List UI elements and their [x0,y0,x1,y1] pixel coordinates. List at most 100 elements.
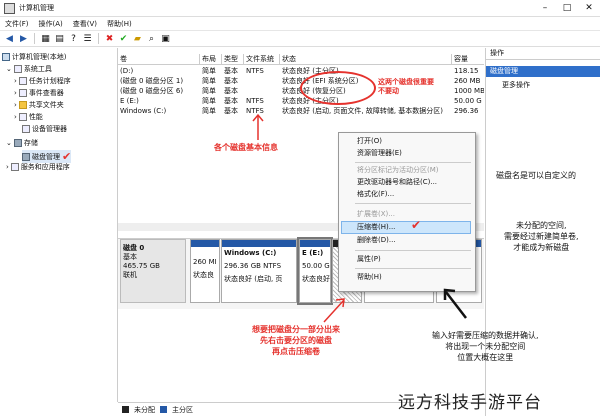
tree-item-shared-folders[interactable]: › 共享文件夹 [14,100,64,110]
console-tree: 计算机管理(本地) ⌄ 系统工具 › 任务计划程序 › 事件查看器 › 共享文件… [0,48,118,402]
partition-efi[interactable]: 260 MI 状态良 [190,239,220,303]
back-icon[interactable]: ◀ [4,33,15,44]
title-bar: 计算机管理 – □ ✕ [0,0,600,17]
tree-item-event-viewer[interactable]: › 事件查看器 [14,88,64,98]
tree-label: 事件查看器 [28,89,64,97]
chevron-down-icon: ⌄ [6,139,12,147]
actions-section-disk-management[interactable]: 磁盘管理 [486,66,600,77]
menu-file[interactable]: 文件(F) [5,19,29,29]
tree-label: 系统工具 [23,65,52,73]
close-icon[interactable]: ✕ [578,3,600,13]
column-header-layout[interactable]: 布局 [200,54,222,64]
context-menu-separator [355,250,471,251]
annotation-line: 这两个磁盘很重要 [378,78,434,86]
tree-label: 服务和应用程序 [20,163,70,171]
ctx-format[interactable]: 格式化(F)... [357,189,394,200]
cell-layout: 简单 [202,77,216,85]
ctx-extend-volume: 扩展卷(X)... [357,210,395,218]
check-icon[interactable]: ✔ [118,33,129,44]
partition-bar [191,240,219,247]
ctx-delete-volume[interactable]: 删除卷(D)... [357,235,396,246]
ctx-help[interactable]: 帮助(H) [357,272,382,283]
table-row[interactable]: Windows (C:) 简单 基本 NTFS 状态良好 (启动, 页面文件, … [118,106,484,116]
ctx-change-drive-letter[interactable]: 更改驱动器号和路径(C)... [357,177,437,188]
annotation-line: 想要把磁盘分一部分出来 [252,325,340,334]
menu-action[interactable]: 操作(A) [39,19,63,29]
toolbar: ◀ ▶ ▦ ▤ ? ☰ ✖ ✔ ▰ ⌕ ▣ [0,31,600,47]
column-header-status[interactable]: 状态 [280,54,452,64]
cell-layout: 简单 [202,107,216,115]
chevron-right-icon: › [14,89,17,97]
cell-type: 基本 [224,87,238,95]
grid-icon[interactable]: ▤ [54,33,65,44]
maximize-icon[interactable]: □ [556,3,578,13]
cell-volume: E (E:) [120,97,139,105]
open-folder-icon[interactable]: ▰ [132,33,143,44]
actions-header: 操作 [486,48,600,60]
tree-system-tools[interactable]: ⌄ 系统工具 [6,64,52,74]
console-tree-icon[interactable]: ▦ [40,33,51,44]
tree-item-performance[interactable]: › 性能 [14,112,43,122]
partition-size: 296.36 GB NTFS [224,262,282,270]
column-header-type[interactable]: 类型 [222,54,244,64]
disk-0-label[interactable]: 磁盘 0 基本 465.75 GB 联机 [120,239,186,303]
menu-help[interactable]: 帮助(H) [107,19,132,29]
annotation-line: 不要动 [378,87,399,95]
disk-name: 磁盘 0 [123,244,145,252]
tree-label: 共享文件夹 [28,101,64,109]
toolbar-separator [98,33,99,44]
partition-c[interactable]: Windows (C:) 296.36 GB NTFS 状态良好 (启动, 页 [221,239,297,303]
chevron-right-icon: › [6,163,9,171]
help-icon[interactable]: ? [68,33,79,44]
tree-label: 设备管理器 [32,125,67,133]
annotation-line: 位置大概在这里 [457,353,514,362]
ctx-properties[interactable]: 属性(P) [357,254,381,265]
ctx-open[interactable]: 打开(O) [357,136,382,147]
cell-volume: (D:) [120,67,134,75]
annotation-line: 需要经过新建简单卷, [504,232,579,241]
tree-label: 存储 [23,139,38,147]
tree-item-task-scheduler[interactable]: › 任务计划程序 [14,76,71,86]
list-icon[interactable]: ☰ [82,33,93,44]
column-header-filesystem[interactable]: 文件系统 [244,54,280,64]
partition-e[interactable]: E (E:) 50.00 G 状态良好 [297,237,333,305]
ctx-explorer[interactable]: 资源管理器(E) [357,148,402,159]
cell-status: 状态良好 (启动, 页面文件, 故障转储, 基本数据分区) [282,107,444,115]
tree-item-device-manager[interactable]: 设备管理器 [22,124,67,134]
cell-type: 基本 [224,67,238,75]
minimize-icon[interactable]: – [534,3,556,13]
tree-root[interactable]: 计算机管理(本地) [2,52,66,62]
menu-view[interactable]: 查看(V) [73,19,97,29]
cell-layout: 简单 [202,67,216,75]
services-icon [10,163,19,171]
tree-storage[interactable]: ⌄ 存储 [6,138,38,148]
table-row[interactable]: E (E:) 简单 基本 NTFS 状态良好 (主分区) 50.00 G [118,96,484,106]
more-actions-link[interactable]: 更多操作 [486,80,600,91]
arrow-icon [252,113,264,140]
context-menu-separator [355,162,471,163]
chevron-right-icon: › [14,113,17,121]
disk-icon [22,152,30,161]
table-row[interactable]: (D:) 简单 基本 NTFS 状态良好 (主分区) 118.15 [118,66,484,76]
partition-name: E (E:) [302,249,324,257]
forward-icon[interactable]: ▶ [18,33,29,44]
context-menu: 打开(O) 资源管理器(E) 将分区标记为活动分区(M) 更改驱动器号和路径(C… [338,132,476,292]
tree-services[interactable]: › 服务和应用程序 [6,162,70,172]
properties-icon[interactable]: ▣ [160,33,171,44]
search-icon[interactable]: ⌕ [146,33,157,44]
column-header-capacity[interactable]: 容量 [452,54,484,64]
cell-filesystem: NTFS [246,67,264,75]
annotation-line: 未分配的空间, [516,221,567,230]
window-controls: – □ ✕ [534,3,600,13]
annotation-disk-info: 各个磁盘基本信息 [214,143,278,152]
cell-layout: 简单 [202,97,216,105]
storage-icon [13,139,22,147]
delete-icon[interactable]: ✖ [104,33,115,44]
column-header-volume[interactable]: 卷 [118,54,200,64]
context-menu-separator [355,203,471,204]
partition-size: 50.00 G [302,262,330,270]
cell-filesystem [244,86,280,96]
legend-primary: 主分区 [172,405,193,414]
disk-type: 基本 [123,253,137,261]
ctx-shrink-volume[interactable]: 压缩卷(H)... [357,222,395,233]
